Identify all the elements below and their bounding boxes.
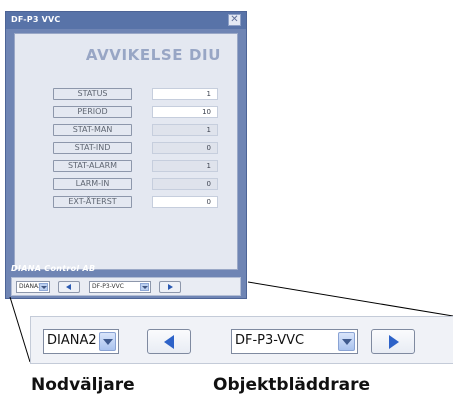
caption-object-browser: Objektbläddrare (213, 375, 370, 395)
node-select-zoom-value: DIANA2 (47, 333, 97, 348)
node-select[interactable]: DIANA2 (43, 329, 119, 354)
caption-node-selector: Nodväljare (31, 375, 135, 395)
arrow-right-icon (389, 335, 399, 349)
callout-line-right (247, 281, 453, 317)
arrow-left-icon (164, 335, 174, 349)
callout-line-left (9, 296, 31, 363)
object-select-zoom-value: DF-P3-VVC (235, 333, 305, 348)
chevron-down-icon[interactable] (99, 332, 116, 351)
magnified-toolbar: DIANA2 DF-P3-VVC (30, 316, 453, 364)
prev-object-button[interactable] (147, 329, 191, 354)
object-select[interactable]: DF-P3-VVC (231, 329, 358, 354)
next-object-button[interactable] (371, 329, 415, 354)
chevron-down-icon[interactable] (338, 332, 355, 351)
